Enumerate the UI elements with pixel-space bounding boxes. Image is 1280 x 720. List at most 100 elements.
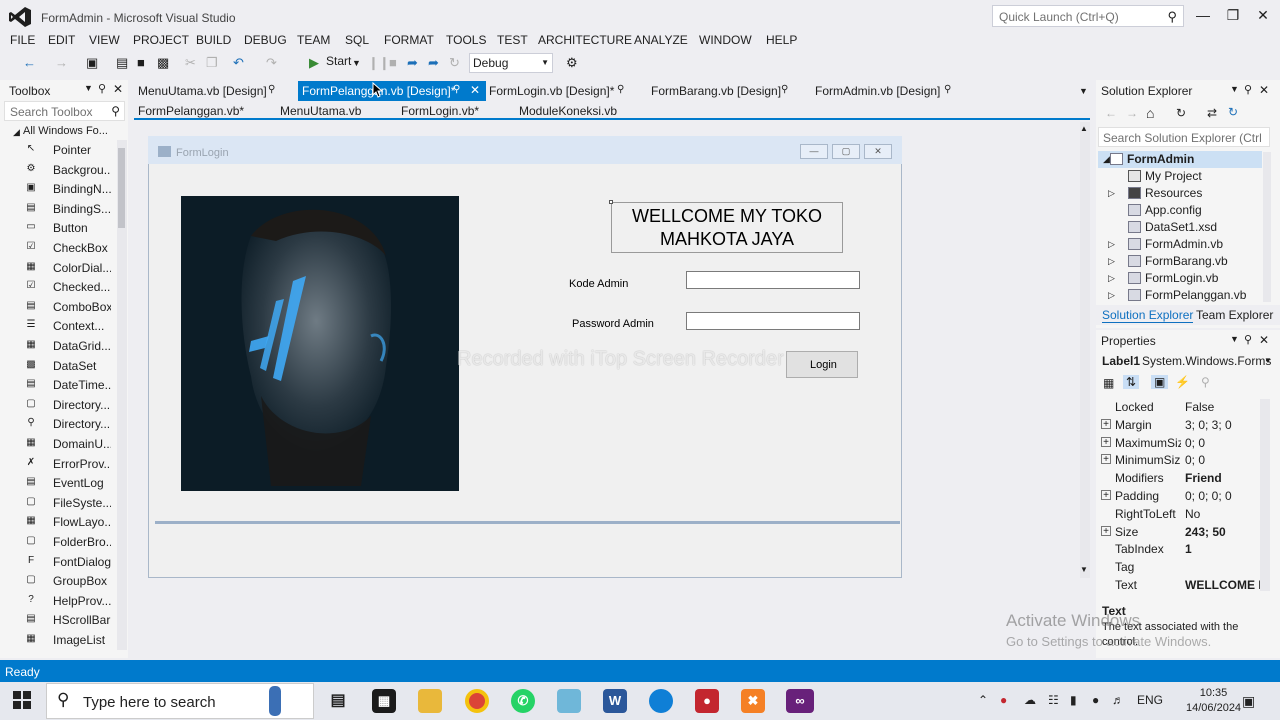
toolbox-item[interactable]: ☑ Checked... — [0, 278, 118, 297]
sync-icon[interactable]: ↻ — [1176, 106, 1186, 120]
close-icon[interactable]: ✕ — [1259, 333, 1269, 347]
property-row[interactable]: Text WELLCOME M — [1098, 576, 1266, 594]
menu-debug[interactable]: DEBUG — [244, 33, 287, 47]
login-button[interactable]: Login — [786, 351, 858, 378]
toolbox-item[interactable]: ↖ Pointer — [0, 141, 118, 160]
menu-help[interactable]: HELP — [766, 33, 797, 47]
subtab-menuutama[interactable]: MenuUtama.vb — [280, 104, 361, 118]
app-icon[interactable] — [557, 689, 581, 713]
expand-icon[interactable]: + — [1101, 436, 1111, 447]
expand-arrow-icon[interactable]: ▷ — [1108, 290, 1115, 301]
menu-analyze[interactable]: ANALYZE — [634, 33, 688, 47]
quick-launch-input[interactable]: Quick Launch (Ctrl+Q) ⚲ — [992, 5, 1184, 27]
cloud-icon[interactable]: ☁ — [1024, 693, 1036, 707]
close-icon[interactable]: ✕ — [1259, 83, 1269, 97]
form-title-bar[interactable] — [148, 136, 902, 164]
collapse-arrow-icon[interactable]: ◢ — [1103, 154, 1110, 165]
toolbox-item[interactable]: ? HelpProv... — [0, 592, 118, 611]
subtab-formpelanggan[interactable]: FormPelanggan.vb* — [138, 104, 244, 118]
word-icon[interactable]: W — [603, 689, 627, 713]
tree-item-dataset[interactable]: DataSet1.xsd — [1098, 219, 1262, 236]
property-value[interactable]: No — [1185, 507, 1261, 521]
tree-item-my-project[interactable]: My Project — [1098, 168, 1262, 185]
panel-menu-icon[interactable]: ▼ — [1230, 334, 1239, 344]
switch-views-icon[interactable]: ⇄ — [1207, 106, 1217, 120]
properties-scrollbar[interactable] — [1260, 399, 1270, 591]
collapse-arrow-icon[interactable]: ◢ — [13, 127, 20, 138]
tree-item-formpelanggan[interactable]: ▷ FormPelanggan.vb — [1098, 287, 1262, 304]
start-dropdown-icon[interactable]: ▼ — [352, 54, 361, 72]
expand-arrow-icon[interactable]: ▷ — [1108, 256, 1115, 267]
tree-item-app-config[interactable]: App.config — [1098, 202, 1262, 219]
terminal-icon[interactable]: ▦ — [372, 689, 396, 713]
step-over-icon[interactable]: ➦ — [407, 54, 418, 72]
toolbox-item[interactable]: ▭ Button — [0, 219, 118, 238]
tab-menuutama-design[interactable]: MenuUtama.vb [Design] — [138, 82, 267, 101]
battery-icon[interactable]: ▮ — [1070, 693, 1077, 707]
chrome-icon[interactable] — [465, 689, 489, 713]
maximize-button[interactable]: ❐ — [1218, 4, 1248, 26]
expand-icon[interactable]: + — [1101, 454, 1111, 465]
task-view-icon[interactable]: ▤ — [326, 689, 350, 713]
undo-icon[interactable]: ↶ — [233, 54, 244, 72]
menu-sql[interactable]: SQL — [345, 33, 369, 47]
property-row[interactable]: + MinimumSiz 0; 0 — [1098, 451, 1266, 469]
menu-team[interactable]: TEAM — [297, 33, 330, 47]
open-file-icon[interactable]: ▤ — [116, 54, 128, 72]
subtab-formlogin[interactable]: FormLogin.vb* — [401, 104, 479, 118]
restart-icon[interactable]: ↻ — [449, 54, 460, 72]
property-row[interactable]: Modifiers Friend — [1098, 469, 1266, 487]
redo-icon[interactable]: ↷ — [266, 54, 277, 72]
tab-team-explorer[interactable]: Team Explorer — [1196, 308, 1273, 322]
expand-icon[interactable]: + — [1101, 418, 1111, 429]
toolbox-item[interactable]: ⚲ Directory... — [0, 415, 118, 434]
solution-search-input[interactable]: Search Solution Explorer (Ctrl — [1098, 127, 1270, 147]
toolbox-item[interactable]: ▤ HScrollBar — [0, 611, 118, 630]
stop-icon[interactable]: ■ — [389, 54, 397, 72]
menu-test[interactable]: TEST — [497, 33, 528, 47]
pin-icon[interactable]: ⚲ — [617, 84, 624, 95]
microphone-icon[interactable]: ● — [1092, 693, 1099, 707]
menu-project[interactable]: PROJECT — [133, 33, 189, 47]
welcome-label[interactable]: WELLCOME MY TOKO MAHKOTA JAYA — [611, 202, 843, 253]
toolbox-item[interactable]: ☰ Context... — [0, 317, 118, 336]
close-button[interactable]: ✕ — [1248, 4, 1278, 26]
menu-architecture[interactable]: ARCHITECTURE — [538, 33, 632, 47]
pin-icon[interactable]: ⚲ — [1244, 333, 1252, 346]
toolbox-item[interactable]: ▢ FolderBro... — [0, 533, 118, 552]
volume-icon[interactable]: ♬ — [1112, 693, 1124, 707]
toolbox-search-input[interactable]: Search Toolbox ⚲ — [4, 101, 125, 121]
menu-format[interactable]: FORMAT — [384, 33, 434, 47]
menu-file[interactable]: FILE — [10, 33, 35, 47]
forward-icon[interactable]: → — [1126, 106, 1138, 120]
tree-item-resources[interactable]: ▷ Resources — [1098, 185, 1262, 202]
property-value[interactable]: 243; 50 — [1185, 525, 1261, 539]
categorized-icon[interactable]: ▦ — [1103, 376, 1114, 390]
attach-icon[interactable]: ⚙ — [566, 54, 578, 72]
property-value[interactable]: 0; 0 — [1185, 453, 1261, 467]
subtab-modulekoneksi[interactable]: ModuleKoneksi.vb — [519, 104, 617, 118]
property-row[interactable]: + Size 243; 50 — [1098, 523, 1266, 541]
solution-scrollbar[interactable] — [1263, 152, 1271, 302]
toolbox-item[interactable]: ▤ EventLog — [0, 474, 118, 493]
toolbox-item[interactable]: ▤ BindingS... — [0, 200, 118, 219]
menu-tools[interactable]: TOOLS — [446, 33, 486, 47]
toolbox-scroll-thumb[interactable] — [118, 148, 125, 228]
close-tab-icon[interactable]: ✕ — [470, 83, 480, 97]
close-icon[interactable]: ✕ — [113, 82, 123, 96]
events-icon[interactable]: ⚡ — [1175, 375, 1190, 389]
toolbox-item[interactable]: F FontDialog — [0, 553, 118, 572]
expand-arrow-icon[interactable]: ▷ — [1108, 188, 1115, 199]
start-debug-icon[interactable]: ▶ — [309, 54, 319, 72]
panel-menu-icon[interactable]: ▼ — [1230, 84, 1239, 94]
expand-icon[interactable]: + — [1101, 490, 1111, 501]
xampp-icon[interactable]: ✖ — [741, 689, 765, 713]
step-into-icon[interactable]: ➦ — [428, 54, 439, 72]
properties-icon[interactable]: ▣ — [1151, 375, 1169, 389]
copy-icon[interactable]: ❐ — [206, 54, 218, 72]
tab-formbarang-design[interactable]: FormBarang.vb [Design] — [651, 82, 781, 101]
pin-icon[interactable]: ⚲ — [98, 82, 106, 95]
property-value[interactable]: WELLCOME M — [1185, 578, 1261, 592]
property-value[interactable]: False — [1185, 400, 1261, 414]
screen-recorder-icon[interactable]: ● — [695, 689, 719, 713]
